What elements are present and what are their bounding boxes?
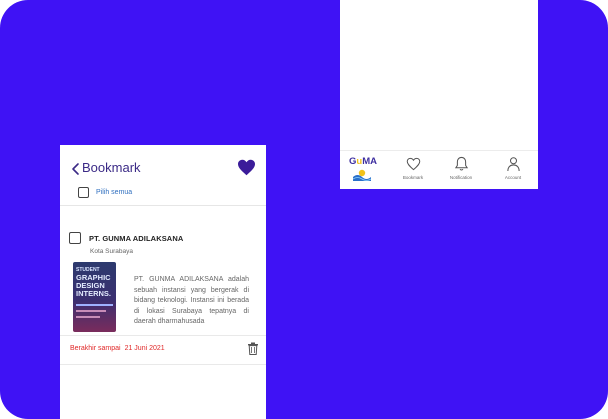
deadline-text: Berakhir sampai 21 Juni 2021	[70, 345, 165, 352]
nav-notification-label: Notification	[449, 175, 473, 180]
divider	[60, 364, 266, 365]
bookmark-screen: Bookmark Pilih semua PT. GUNMA ADILAKSAN…	[60, 145, 266, 419]
logo-text-part3: MA	[362, 156, 377, 167]
logo-text: GuMA	[349, 156, 377, 167]
poster-decoration	[76, 304, 113, 306]
bell-icon	[454, 156, 469, 171]
deadline-label: Berakhir sampai	[70, 345, 121, 352]
company-description: PT. GUNMA ADILAKSANA adalah sebuah insta…	[134, 276, 249, 325]
divider	[60, 335, 266, 336]
home-screen: GuMA Bookmark Notification Account	[340, 0, 538, 189]
select-all-label[interactable]: Pilih semua	[96, 189, 132, 196]
company-city: Kota Surabaya	[90, 248, 134, 255]
poster-decoration	[76, 316, 100, 318]
nav-account-label: Account	[504, 175, 522, 180]
internship-poster-image: STUDENT GRAPHIC DESIGN INTERNS.	[73, 262, 116, 332]
poster-text-4: INTERNS.	[76, 289, 112, 298]
item-checkbox[interactable]	[69, 232, 81, 244]
deadline-date: 21 Juni 2021	[124, 345, 165, 352]
gunma-logo[interactable]: GuMA	[349, 156, 377, 184]
poster-title: GRAPHIC DESIGN INTERNS.	[76, 274, 111, 298]
heart-outline-icon	[406, 157, 421, 171]
nav-account[interactable]: Account	[496, 156, 530, 186]
company-name: PT. GUNMA ADILAKSANA	[89, 234, 184, 243]
nav-bookmark[interactable]: Bookmark	[396, 156, 430, 186]
back-chevron-icon[interactable]	[70, 161, 82, 177]
logo-wave-icon	[353, 169, 371, 181]
trash-icon[interactable]	[247, 342, 259, 355]
bottom-navigation: GuMA Bookmark Notification Account	[340, 150, 538, 189]
user-icon	[507, 157, 520, 172]
nav-bookmark-label: Bookmark	[402, 175, 424, 180]
nav-notification[interactable]: Notification	[444, 156, 478, 186]
page-title: Bookmark	[82, 160, 141, 175]
select-all-checkbox[interactable]	[78, 187, 89, 198]
canvas-background: Bookmark Pilih semua PT. GUNMA ADILAKSAN…	[0, 0, 608, 419]
heart-filled-icon[interactable]	[237, 159, 256, 176]
poster-decoration	[76, 310, 106, 312]
bookmark-header: Bookmark Pilih semua	[60, 145, 266, 206]
